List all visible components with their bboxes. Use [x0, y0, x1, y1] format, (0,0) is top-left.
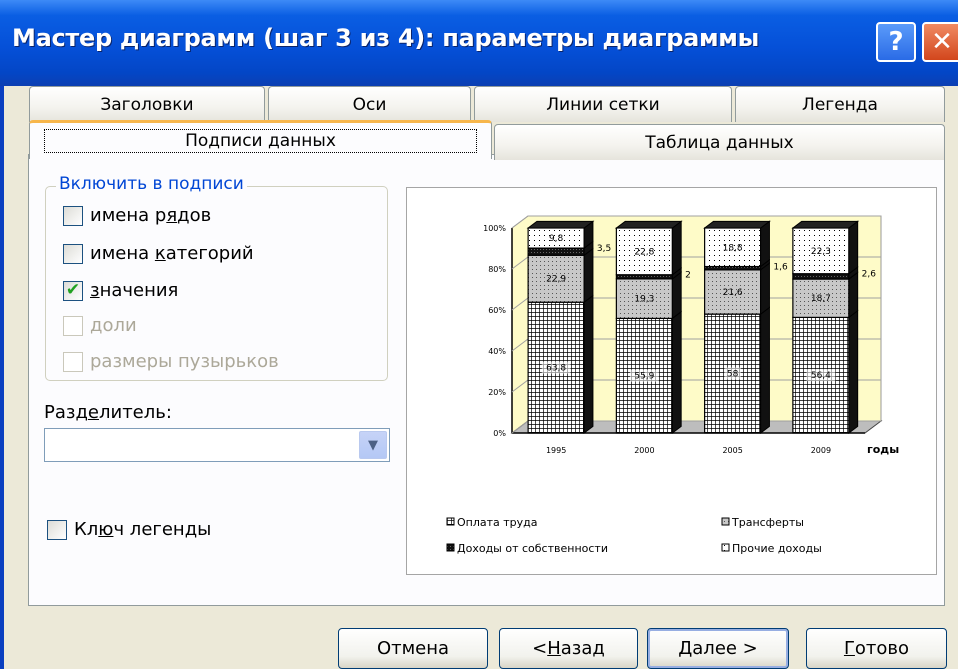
bar-segment	[615, 274, 673, 280]
help-button[interactable]: ?	[876, 22, 916, 62]
bar-side	[671, 310, 682, 435]
data-label: 58	[727, 370, 739, 380]
option-category-names[interactable]: имена категорий	[63, 243, 254, 264]
legend-swatch	[721, 517, 730, 526]
y-tick-label: 20%	[488, 388, 506, 397]
data-label: 9,8	[549, 234, 564, 244]
finish-button[interactable]: Готово	[806, 628, 947, 669]
percentage-label: доли	[90, 315, 137, 336]
bubble-sizes-checkbox	[63, 351, 83, 372]
legend-label: Доходы от собственности	[457, 542, 608, 555]
bar-side	[760, 220, 770, 268]
next-button[interactable]: Далее >	[647, 628, 789, 669]
bar-side	[760, 306, 770, 435]
include-group-legend: Включить в подписи	[56, 174, 247, 194]
series-names-label: имена рядов	[90, 205, 212, 226]
legend-label: Прочие доходы	[732, 542, 822, 555]
back-button[interactable]: < Назад	[499, 628, 638, 669]
tab-label: Легенда	[802, 94, 878, 115]
x-tick-label: 2000	[634, 446, 654, 455]
bar-segment	[792, 273, 850, 280]
chart-preview: 0% 20% 40% 60% 80% 100% 63,8 22,9 3,5 9,8 1995 55,9…	[406, 187, 937, 575]
option-series-names[interactable]: имена рядов	[63, 205, 211, 226]
values-checkbox[interactable]: ✔	[63, 280, 83, 301]
x-tick-label: 2009	[811, 446, 831, 455]
option-legend-key[interactable]: Ключ легенды	[47, 519, 211, 540]
x-tick-label: 2005	[722, 446, 742, 455]
data-label: 55,9	[634, 372, 654, 382]
percentage-checkbox	[63, 315, 83, 336]
close-button[interactable]: ✕	[922, 22, 958, 62]
bar-side	[671, 220, 682, 276]
data-label: 56,4	[811, 371, 831, 381]
bar-side	[848, 271, 859, 319]
data-label: 22,3	[811, 247, 831, 257]
legend-key-checkbox[interactable]	[47, 519, 67, 540]
option-bubble-sizes: размеры пузырьков	[63, 351, 279, 372]
cancel-button[interactable]: Отмена	[338, 628, 488, 669]
separator-label: Разделитель:	[44, 402, 172, 423]
data-label: 63,8	[546, 364, 566, 374]
legend-label: Оплата труда	[457, 516, 538, 529]
bar-top	[526, 220, 595, 229]
legend-swatch	[446, 543, 455, 552]
window-title: Мастер диаграмм (шаг 3 из 4): параметры …	[12, 24, 760, 52]
chart-svg: 0% 20% 40% 60% 80% 100% 63,8 22,9 3,5 9,8 1995 55,9…	[446, 215, 899, 555]
y-tick-label: 40%	[488, 347, 506, 356]
tab-label: Подписи данных	[44, 129, 477, 153]
series-names-checkbox[interactable]	[63, 205, 83, 226]
data-label: 18,7	[811, 294, 831, 304]
data-label: 3,5	[597, 244, 611, 254]
bar-top	[614, 220, 683, 229]
bar-side	[583, 247, 594, 304]
tab-titles[interactable]: Заголовки	[29, 86, 265, 122]
tab-label: Таблица данных	[645, 132, 794, 153]
tab-data-table[interactable]: Таблица данных	[494, 124, 945, 160]
data-label: 2	[685, 271, 691, 281]
y-tick-label: 100%	[483, 224, 506, 233]
bar-side	[848, 309, 859, 435]
data-label: 21,6	[723, 288, 743, 298]
legend-key-label: Ключ легенды	[74, 519, 212, 540]
tab-axes[interactable]: Оси	[268, 86, 471, 122]
y-tick-label: 0%	[493, 429, 506, 438]
tab-data-labels[interactable]: Подписи данных	[29, 120, 492, 159]
chevron-down-icon[interactable]: ▼	[359, 431, 387, 459]
bar-side	[848, 220, 859, 275]
bubble-sizes-label: размеры пузырьков	[90, 351, 279, 372]
y-tick-label: 60%	[488, 306, 506, 315]
x-axis-label: годы	[867, 443, 899, 456]
tab-label: Линии сетки	[546, 94, 660, 115]
window-frame	[0, 86, 4, 669]
legend-swatch	[721, 543, 730, 552]
bar-side	[760, 262, 770, 316]
legend-label: Трансферты	[731, 516, 804, 529]
bar-segment	[527, 247, 585, 256]
tab-gridlines[interactable]: Линии сетки	[474, 86, 732, 122]
bar-top	[703, 220, 771, 229]
separator-select[interactable]: ▼	[44, 428, 390, 462]
data-label: 1,6	[773, 263, 788, 273]
data-label: 22,9	[546, 275, 566, 285]
data-label: 22,8	[634, 247, 654, 257]
data-label: 2,6	[862, 270, 877, 280]
tab-label: Оси	[352, 94, 387, 115]
bar-top	[791, 220, 860, 229]
data-label: 19,3	[634, 295, 654, 305]
bar-side	[583, 294, 594, 435]
checkmark-icon: ✔	[65, 280, 81, 300]
title-bar: Мастер диаграмм (шаг 3 из 4): параметры …	[0, 0, 958, 86]
data-label: 18,8	[723, 243, 743, 253]
option-values[interactable]: ✔ значения	[63, 280, 178, 301]
tab-label: Заголовки	[100, 94, 194, 115]
x-tick-label: 1995	[546, 446, 566, 455]
bar-side	[671, 271, 682, 320]
category-names-label: имена категорий	[90, 243, 254, 264]
y-tick-label: 80%	[488, 265, 506, 274]
tab-legend[interactable]: Легенда	[735, 86, 945, 122]
category-names-checkbox[interactable]	[63, 243, 83, 264]
values-label: значения	[90, 280, 179, 301]
legend-swatch	[446, 517, 455, 526]
option-percentage: доли	[63, 315, 137, 336]
